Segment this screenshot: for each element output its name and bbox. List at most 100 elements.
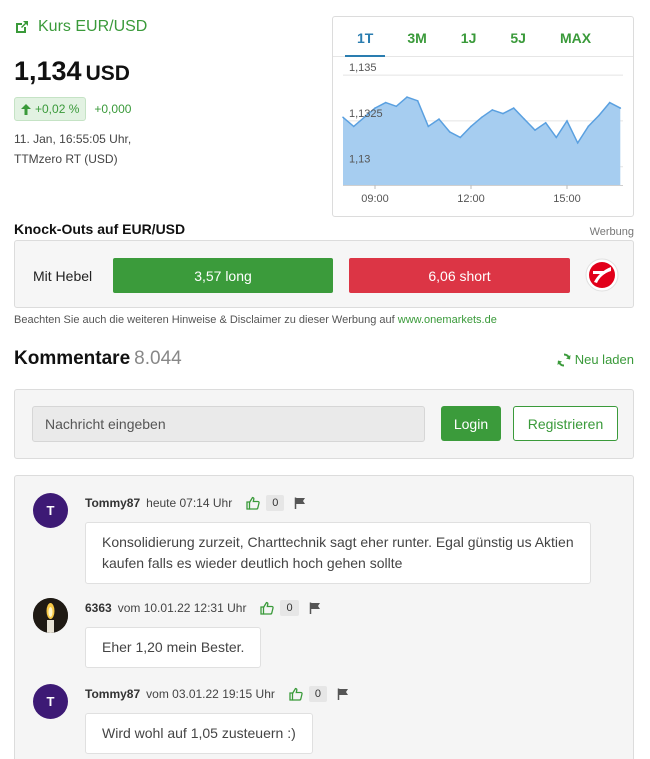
y-tick-label: 1,135 [349, 62, 377, 74]
price-value: 1,134 [14, 56, 82, 86]
comment-bubble: Eher 1,20 mein Bester. [85, 627, 262, 668]
data-point [502, 112, 504, 115]
ad-label: Werbung [589, 226, 634, 238]
comment-time: heute 07:14 Uhr [146, 496, 233, 510]
external-link-icon [16, 21, 28, 33]
data-point [619, 107, 622, 109]
refresh-icon [557, 352, 571, 367]
data-point [598, 114, 600, 117]
comment-header: Tommy87 vom 03.01.22 19:15 Uhr 0 [85, 686, 349, 702]
y-tick-label: 1,1325 [349, 108, 383, 120]
quote-panel: Kurs EUR/USD 1,134 USD +0,02 % +0,000 11… [14, 18, 314, 169]
y-tick-label: 1,13 [349, 154, 370, 166]
like-count: 0 [280, 600, 299, 616]
tab-3m[interactable]: 3M [395, 17, 438, 56]
price-chart[interactable]: 1,135 1,1325 1,13 09:00 12:00 15:00 [333, 58, 633, 218]
long-button[interactable]: 3,57 long [113, 258, 333, 293]
login-button[interactable]: Login [441, 406, 501, 441]
avatar[interactable]: T [33, 493, 68, 528]
like-count: 0 [308, 686, 328, 702]
data-point [459, 136, 462, 139]
register-button[interactable]: Registrieren [513, 406, 618, 441]
flag-icon[interactable] [294, 497, 306, 509]
data-point [534, 129, 536, 131]
data-point [395, 105, 398, 108]
price-row: 1,134 USD [14, 56, 314, 87]
comment-text: kaufen falls es wieder deutlich hoch geh… [102, 555, 403, 571]
disclaimer-link[interactable]: www.onemarkets.de [398, 314, 497, 326]
data-point [480, 116, 483, 119]
tab-1t[interactable]: 1T [345, 17, 386, 57]
comments-list: T Tommy87 heute 07:14 Uhr 0 Konsolidieru… [14, 475, 634, 759]
candle-avatar-icon [33, 598, 68, 633]
hebel-label: Mit Hebel [33, 268, 93, 284]
short-button[interactable]: 6,06 short [349, 258, 570, 293]
thumbs-up-icon[interactable] [289, 687, 303, 701]
data-point [427, 125, 430, 128]
flag-icon[interactable] [309, 602, 321, 614]
comment-bubble: Wird wohl auf 1,05 zusteuern :) [85, 713, 313, 754]
price-chart-card: 1T 3M 1J 5J MAX 1,135 1,1325 1,13 09:00 12:0… [332, 16, 634, 217]
comment-user[interactable]: 6363 [85, 601, 112, 615]
change-absolute: +0,000 [94, 102, 132, 116]
like-count: 0 [266, 495, 285, 511]
quote-meta: 11. Jan, 16:55:05 Uhr, TTMzero RT (USD) [14, 129, 314, 169]
tab-1j[interactable]: 1J [449, 17, 489, 56]
knockouts-box: Mit Hebel 3,57 long 6,06 short [14, 240, 634, 308]
data-point [352, 125, 355, 128]
data-point [555, 136, 558, 139]
data-point [470, 125, 472, 128]
unicredit-logo-icon[interactable] [585, 258, 619, 292]
arrow-up-icon [21, 103, 31, 115]
comments-count: 8.044 [134, 348, 182, 369]
data-point [544, 122, 547, 124]
x-tick-label: 09:00 [361, 193, 389, 205]
thumbs-up-icon[interactable] [246, 496, 260, 510]
flag-icon[interactable] [337, 688, 349, 700]
data-point [416, 100, 419, 102]
comment-text: Wird wohl auf 1,05 zusteuern :) [102, 725, 296, 741]
avatar[interactable] [33, 598, 68, 633]
reload-label: Neu laden [574, 352, 634, 367]
quote-timestamp: 11. Jan, 16:55:05 Uhr, [14, 132, 132, 146]
comment-text: Konsolidierung zurzeit, Charttechnik sag… [102, 534, 574, 550]
data-point [512, 107, 515, 109]
data-point [523, 118, 526, 120]
data-point [491, 109, 494, 111]
reload-button[interactable]: Neu laden [557, 352, 634, 367]
message-input[interactable] [32, 406, 425, 442]
comment-bubble: Konsolidierung zurzeit, Charttechnik sag… [85, 522, 591, 584]
comment-header: 6363 vom 10.01.22 12:31 Uhr 0 [85, 600, 321, 616]
data-point [576, 142, 579, 144]
comment-user[interactable]: Tommy87 [85, 496, 140, 510]
data-point [438, 118, 440, 120]
tab-5j[interactable]: 5J [498, 17, 538, 56]
comment-time: vom 03.01.22 19:15 Uhr [146, 687, 275, 701]
quote-source: TTMzero RT (USD) [14, 152, 118, 166]
price-currency: USD [85, 62, 130, 85]
data-point [566, 120, 568, 122]
avatar[interactable]: T [33, 684, 68, 719]
change-badge: +0,02 % [14, 97, 87, 121]
comment-user[interactable]: Tommy87 [85, 687, 140, 701]
chart-tabs: 1T 3M 1J 5J MAX [333, 17, 633, 57]
x-tick-label: 12:00 [457, 193, 485, 205]
disclaimer: Beachten Sie auch die weiteren Hinweise … [14, 314, 497, 326]
comments-title: Kommentare [14, 348, 131, 369]
data-point [608, 101, 611, 104]
data-point [587, 125, 590, 128]
comment-input-card: Login Registrieren [14, 389, 634, 459]
comments-heading: Kommentare 8.044 [14, 348, 182, 370]
change-row: +0,02 % +0,000 [14, 97, 314, 121]
tab-max[interactable]: MAX [548, 17, 603, 56]
quote-title-link[interactable]: Kurs EUR/USD [14, 18, 314, 36]
quote-title: Kurs EUR/USD [38, 18, 148, 35]
knockouts-title: Knock-Outs auf EUR/USD [14, 221, 186, 237]
change-percent: +0,02 % [35, 102, 80, 116]
comment-text: Eher 1,20 mein Bester. [102, 639, 245, 655]
data-point [342, 116, 344, 119]
thumbs-up-icon[interactable] [260, 601, 275, 615]
data-point [384, 101, 387, 104]
disclaimer-text: Beachten Sie auch die weiteren Hinweise … [14, 314, 398, 326]
data-point [406, 96, 408, 98]
